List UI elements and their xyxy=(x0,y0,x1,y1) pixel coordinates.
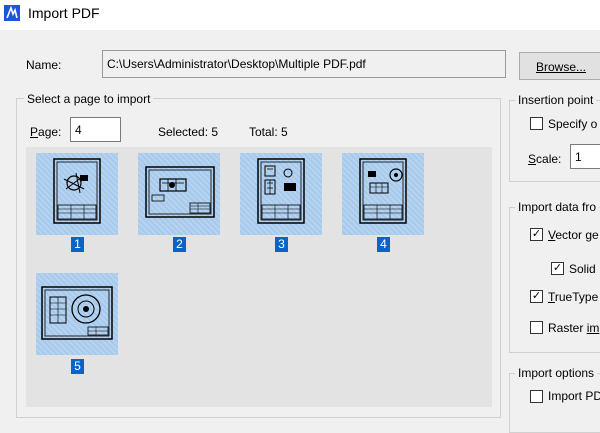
drawing-sheet-icon xyxy=(257,158,305,224)
name-label: Name: xyxy=(26,58,62,72)
app-icon xyxy=(4,5,20,21)
raster-images-checkbox[interactable] xyxy=(530,321,543,334)
scale-label: Scale: xyxy=(528,152,562,166)
solid-fills-checkbox[interactable]: ✓ xyxy=(551,262,564,275)
drawing-sheet-icon xyxy=(53,158,101,224)
import-pdf-option-checkbox[interactable] xyxy=(530,390,543,403)
vector-geometry-label: Vector ge xyxy=(548,228,599,242)
import-pdf-option-label: Import PD xyxy=(548,389,600,403)
page-number-badge: 5 xyxy=(71,359,84,374)
specify-onscreen-checkbox[interactable] xyxy=(530,117,543,130)
browse-button-label: Browse... xyxy=(536,60,587,74)
specify-onscreen-label: Specify o xyxy=(548,117,598,131)
drawing-sheet-icon xyxy=(359,158,407,224)
page-thumbnail-5[interactable] xyxy=(36,273,118,355)
page-number-badge: 3 xyxy=(275,237,288,252)
page-number-input[interactable]: 4 xyxy=(70,117,121,142)
vector-geometry-checkbox[interactable]: ✓ xyxy=(530,228,543,241)
import-data-group-title: Import data fro xyxy=(515,200,600,214)
drawing-sheet-icon xyxy=(145,166,215,218)
browse-button[interactable]: Browse... xyxy=(519,52,600,80)
page-label: Page: xyxy=(30,125,62,139)
selected-count: Selected: 5 xyxy=(158,125,219,139)
import-options-group-title: Import options xyxy=(515,366,598,380)
total-count: Total: 5 xyxy=(249,125,288,139)
window-title: Import PDF xyxy=(28,5,100,21)
page-thumbnail-4[interactable] xyxy=(342,153,424,235)
scale-input[interactable]: 1 xyxy=(570,144,600,169)
file-path-field[interactable]: C:\Users\Administrator\Desktop\Multiple … xyxy=(102,50,506,78)
page-thumbnail-2[interactable] xyxy=(138,153,220,235)
page-select-group-title: Select a page to import xyxy=(24,92,154,106)
page-number-badge: 1 xyxy=(71,237,84,252)
drawing-sheet-icon xyxy=(41,286,113,340)
page-thumbnail-1[interactable] xyxy=(36,153,118,235)
import-options-group xyxy=(509,373,600,433)
page-number-badge: 2 xyxy=(173,237,186,252)
insertion-point-group xyxy=(509,100,600,182)
raster-images-label: Raster im xyxy=(548,321,600,335)
page-number-badge-selected: 4 xyxy=(377,237,390,252)
truetype-text-label: TrueType xyxy=(548,290,599,304)
insertion-point-group-title: Insertion point xyxy=(515,93,597,107)
solid-fills-label: Solid xyxy=(569,262,596,276)
truetype-text-checkbox[interactable]: ✓ xyxy=(530,290,543,303)
page-thumbnail-3[interactable] xyxy=(240,153,322,235)
